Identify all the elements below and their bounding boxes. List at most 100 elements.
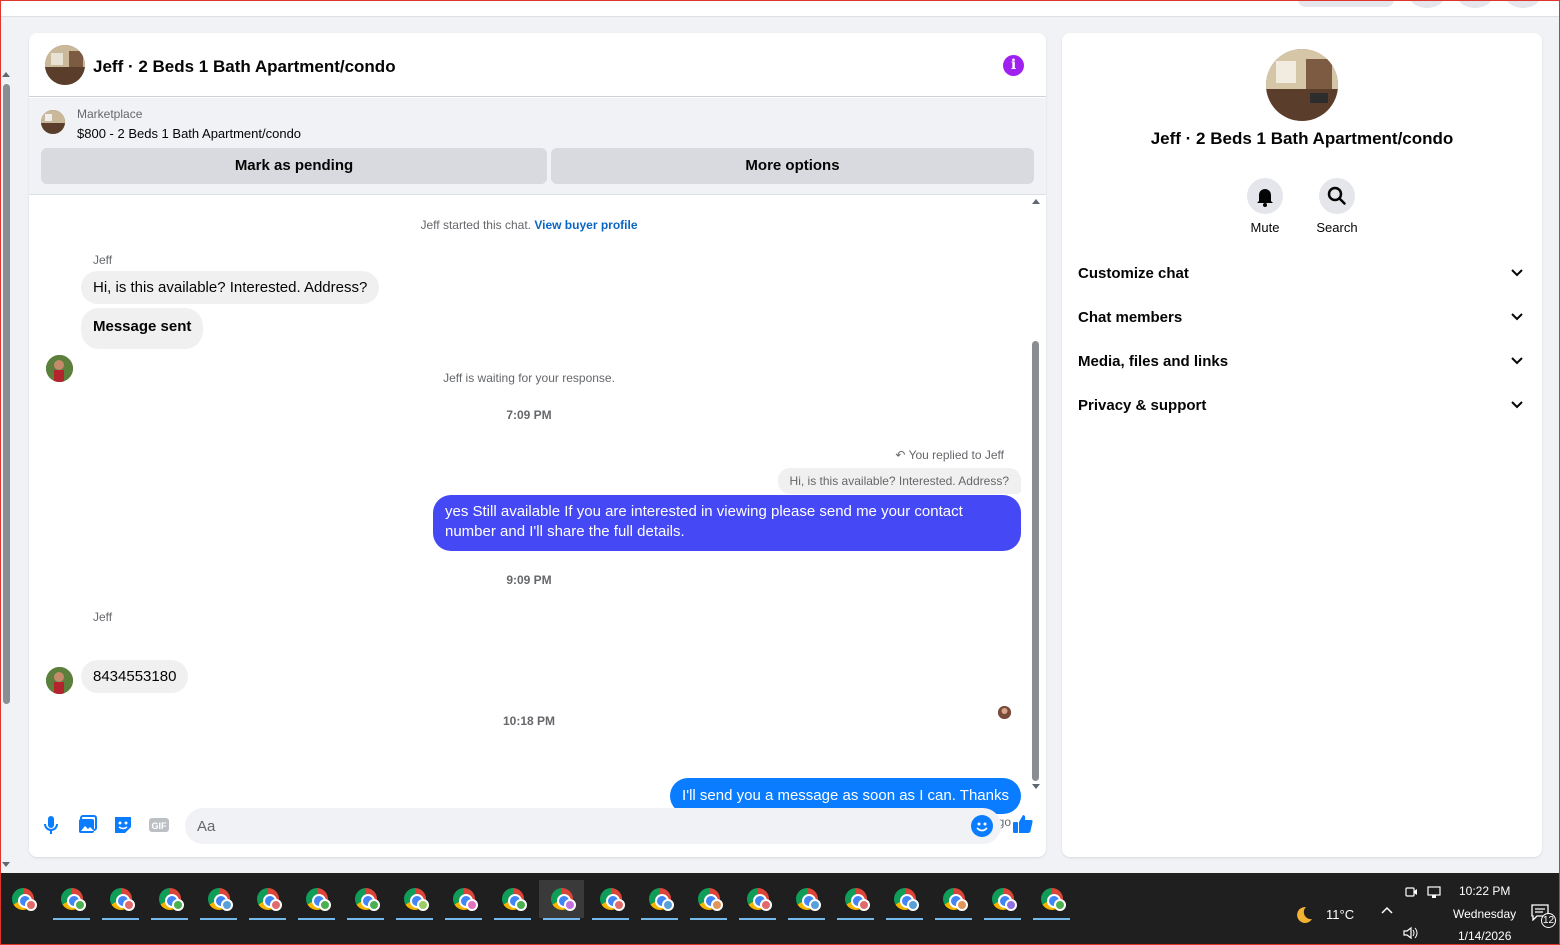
running-indicator	[494, 918, 531, 920]
notification-center-icon[interactable]: 12	[1530, 903, 1556, 928]
listing-label: Marketplace	[77, 107, 143, 121]
scroll-up-arrow-icon[interactable]	[1032, 199, 1040, 204]
bell-icon[interactable]	[1247, 178, 1283, 214]
emoji-icon[interactable]	[971, 815, 993, 837]
incoming-message[interactable]: Message sent	[81, 308, 204, 349]
message-input-box[interactable]	[185, 808, 1001, 844]
chat-members-section[interactable]: Chat members	[1062, 296, 1542, 340]
taskbar-chrome-icon[interactable]	[637, 880, 682, 920]
profile-badge-icon	[564, 899, 576, 911]
scroll-thumb[interactable]	[3, 84, 10, 704]
meet-now-icon[interactable]	[1404, 885, 1418, 902]
profile-badge-icon	[172, 899, 184, 911]
privacy-support-section[interactable]: Privacy & support	[1062, 384, 1542, 428]
chat-started-notice: Jeff started this chat. View buyer profi…	[29, 218, 1029, 232]
customize-chat-section[interactable]: Customize chat	[1062, 252, 1542, 296]
taskbar-chrome-icon[interactable]	[343, 880, 388, 920]
taskbar-chrome-icon[interactable]	[490, 880, 535, 920]
scroll-up-arrow-icon[interactable]	[2, 72, 10, 77]
taskbar-chrome-icon[interactable]	[441, 880, 486, 920]
mute-button[interactable]: Mute	[1235, 178, 1295, 235]
quoted-message[interactable]: Hi, is this available? Interested. Addre…	[777, 468, 1021, 494]
taskbar-chrome-icon[interactable]	[392, 880, 437, 920]
profile-badge-icon	[1054, 899, 1066, 911]
microphone-icon[interactable]	[39, 813, 63, 837]
taskbar-chrome-icon[interactable]	[882, 880, 927, 920]
search-icon[interactable]	[1319, 178, 1355, 214]
profile-badge-icon	[1005, 899, 1017, 911]
taskbar-chrome-icon[interactable]	[686, 880, 731, 920]
incoming-message[interactable]: Hi, is this available? Interested. Addre…	[81, 271, 380, 304]
chevron-up-icon[interactable]	[1380, 904, 1394, 921]
running-indicator	[690, 918, 727, 920]
replied-indicator: ↶ You replied to Jeff	[895, 448, 1004, 462]
timestamp: 10:18 PM	[502, 714, 556, 728]
scroll-down-arrow-icon[interactable]	[2, 862, 10, 867]
clock-date[interactable]: 1/14/2026	[1458, 929, 1511, 943]
gif-icon[interactable]: GIF	[147, 813, 171, 837]
section-label: Customize chat	[1078, 265, 1189, 282]
profile-badge-icon	[613, 899, 625, 911]
taskbar-chrome-icon[interactable]	[49, 880, 94, 920]
chat-title[interactable]: Jeff · 2 Beds 1 Bath Apartment/condo	[93, 57, 396, 77]
more-options-button[interactable]: More options	[551, 148, 1034, 184]
chevron-down-icon	[1511, 269, 1523, 277]
speaker-icon[interactable]	[1402, 926, 1418, 943]
sticker-icon[interactable]	[111, 813, 135, 837]
taskbar-chrome-icon[interactable]	[980, 880, 1025, 920]
thumbs-up-icon[interactable]	[1011, 812, 1035, 836]
search-button[interactable]: Search	[1307, 178, 1367, 235]
top-circle-button[interactable]	[1458, 0, 1492, 8]
taskbar-chrome-icon[interactable]	[1029, 880, 1074, 920]
taskbar-chrome-icon[interactable]	[539, 880, 584, 920]
taskbar-chrome-icon[interactable]	[833, 880, 878, 920]
taskbar-chrome-icon[interactable]	[245, 880, 290, 920]
sender-avatar[interactable]	[46, 667, 73, 694]
message-scrollbar[interactable]	[1030, 199, 1040, 789]
profile-badge-icon	[662, 899, 674, 911]
mark-as-pending-button[interactable]: Mark as pending	[41, 148, 547, 184]
running-indicator	[592, 918, 629, 920]
taskbar-chrome-icon[interactable]	[196, 880, 241, 920]
photo-icon[interactable]	[75, 813, 99, 837]
section-label: Chat members	[1078, 309, 1183, 326]
profile-badge-icon	[760, 899, 772, 911]
profile-badge-icon	[368, 899, 380, 911]
clock-day[interactable]: Wednesday	[1453, 907, 1516, 921]
taskbar-chrome-icon[interactable]	[98, 880, 143, 920]
scroll-down-arrow-icon[interactable]	[1032, 784, 1040, 789]
running-indicator	[200, 918, 237, 920]
running-indicator	[641, 918, 678, 920]
info-icon[interactable]: i	[1003, 55, 1024, 76]
message-input[interactable]	[197, 808, 957, 844]
scroll-thumb[interactable]	[1032, 341, 1039, 781]
taskbar-chrome-icon[interactable]	[147, 880, 192, 920]
replied-text: You replied to Jeff	[908, 448, 1004, 462]
running-indicator	[102, 918, 139, 920]
running-indicator	[984, 918, 1021, 920]
clock-time[interactable]: 10:22 PM	[1459, 884, 1510, 898]
view-buyer-profile-link[interactable]: View buyer profile	[534, 218, 637, 232]
weather-temperature[interactable]: 11°C	[1326, 907, 1354, 922]
taskbar-chrome-icon[interactable]	[294, 880, 339, 920]
top-circle-button[interactable]	[1410, 0, 1444, 8]
taskbar-chrome-icon[interactable]	[735, 880, 780, 920]
notification-count: 12	[1541, 913, 1556, 928]
incoming-message[interactable]: 8434553180	[81, 660, 189, 693]
listing-thumbnail[interactable]	[41, 110, 65, 134]
taskbar-chrome-icon[interactable]	[588, 880, 633, 920]
taskbar-chrome-icon[interactable]	[0, 880, 45, 918]
taskbar-chrome-icon[interactable]	[784, 880, 829, 920]
top-pill-button[interactable]	[1298, 0, 1394, 7]
page-scrollbar[interactable]	[0, 72, 12, 867]
network-icon[interactable]	[1426, 885, 1442, 902]
media-files-links-section[interactable]: Media, files and links	[1062, 340, 1542, 384]
moon-weather-icon[interactable]	[1292, 904, 1314, 926]
profile-avatar[interactable]	[1506, 0, 1540, 8]
chat-avatar[interactable]	[45, 45, 85, 85]
running-indicator	[396, 918, 433, 920]
taskbar-chrome-icon[interactable]	[931, 880, 976, 920]
listing-title[interactable]: $800 - 2 Beds 1 Bath Apartment/condo	[77, 126, 301, 141]
outgoing-message[interactable]: yes Still available If you are intereste…	[433, 495, 1021, 551]
details-avatar[interactable]	[1266, 49, 1338, 121]
